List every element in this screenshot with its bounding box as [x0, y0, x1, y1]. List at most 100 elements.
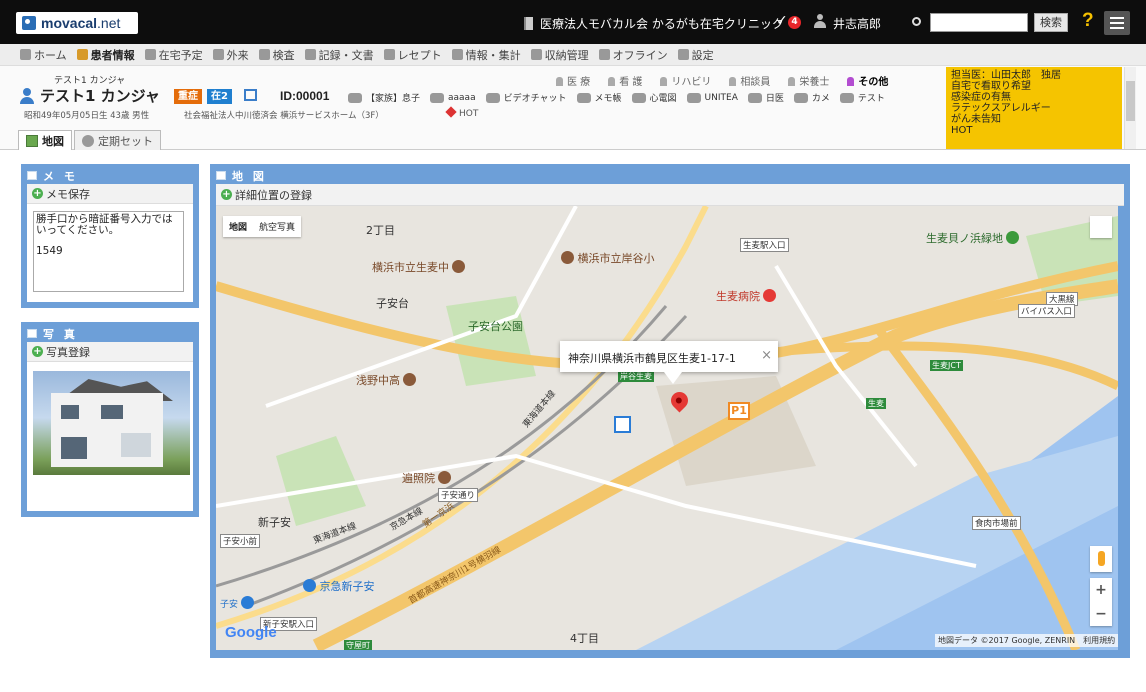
list-icon [27, 329, 37, 338]
building-icon [212, 49, 224, 60]
patient-tabs: 地図 定期セット [18, 130, 163, 150]
nav-info[interactable]: 情報・集計 [451, 47, 521, 63]
nav-home-visit[interactable]: 在宅予定 [144, 47, 203, 63]
photo-register-button[interactable]: + 写真登録 [32, 344, 90, 360]
nav-settings[interactable]: 設定 [677, 47, 714, 63]
photo-title: 写 真 [27, 325, 193, 342]
map-panel: 地 図 + 詳細位置の登録 地図 航空写真 2丁目 横浜市立生麦中 横浜市立岸谷… [210, 164, 1130, 658]
sign-moriyacho: 守屋町 [344, 640, 372, 650]
map-label-chome4: 4丁目 [570, 632, 599, 645]
sign-koyasu-school: 子安小前 [220, 534, 261, 548]
link-test[interactable]: テスト [839, 91, 885, 104]
zoom-in-button[interactable]: + [1090, 578, 1112, 602]
clock-icon [144, 49, 156, 60]
nav-receipt[interactable]: レセプト [383, 47, 442, 63]
car-icon [430, 92, 445, 103]
map-label-park: 子安台公園 [468, 320, 523, 333]
gear-icon [677, 49, 689, 60]
sign-kishiya: 岸谷生麦 [618, 371, 654, 382]
map-type-control: 地図 航空写真 [223, 216, 302, 237]
building-icon [524, 17, 533, 30]
user-name[interactable]: 井志高郎 [833, 15, 881, 32]
hamburger-menu-icon[interactable] [1104, 11, 1130, 35]
role-other[interactable]: その他 [847, 73, 888, 88]
role-counselor[interactable]: 相談員 [729, 73, 770, 88]
nav-offline[interactable]: オフライン [598, 47, 668, 63]
nav-exam[interactable]: 検査 [258, 47, 295, 63]
tab-map[interactable]: 地図 [18, 130, 72, 150]
memo-save-button[interactable]: + メモ保存 [32, 186, 90, 202]
link-kame[interactable]: カメ [793, 91, 830, 104]
park-icon [1006, 231, 1019, 244]
register-location-button[interactable]: + 詳細位置の登録 [221, 187, 312, 203]
nav-records[interactable]: 記録・文書 [304, 47, 374, 63]
chart-icon [258, 49, 270, 60]
role-medical[interactable]: 医 療 [556, 73, 590, 88]
role-nutritionist[interactable]: 栄養士 [788, 73, 829, 88]
patient-facility: 社会福祉法人中川徳済会 横浜サービスホーム（3F） [184, 111, 384, 121]
memo-textarea[interactable]: 勝手口から暗証番号入力では いってください。 1549 [33, 211, 184, 292]
house-photo[interactable] [33, 371, 190, 475]
hot-label: HOT [447, 108, 478, 119]
nav-patient-info[interactable]: 患者情報 [76, 47, 135, 63]
fullscreen-icon[interactable] [1090, 216, 1112, 238]
print-icon[interactable] [244, 89, 257, 101]
logo[interactable]: movacal.net [16, 12, 138, 34]
home-icon [20, 49, 31, 60]
link-aaaaa[interactable]: aaaaa [430, 91, 476, 104]
map-label-greenpark: 生麦貝ノ浜緑地 [926, 230, 1019, 246]
plus-icon: + [32, 346, 43, 357]
map-label-shinkoyasu: 新子安 [258, 516, 291, 529]
map-title: 地 図 [216, 167, 1124, 184]
patient-header: テスト1 カンジャ テスト1 カンジャ 重症 在2 ID:00001 【家族】息… [0, 66, 1146, 150]
logo-text: movacal [41, 15, 98, 31]
nav-billing[interactable]: 収納管理 [530, 47, 589, 63]
database-icon [451, 49, 463, 60]
link-memo[interactable]: メモ帳 [576, 91, 622, 104]
notification-badge[interactable]: 4 [788, 16, 801, 29]
car-icon [485, 92, 500, 103]
map-label-chome2: 2丁目 [366, 224, 395, 237]
map-view[interactable]: 地図 航空写真 2丁目 横浜市立生麦中 横浜市立岸谷小 子安台 子安台公園 生麦… [216, 206, 1118, 650]
map-type-satellite[interactable]: 航空写真 [253, 216, 301, 237]
notes-scrollbar[interactable] [1124, 67, 1136, 149]
link-family[interactable]: 【家族】息子 [348, 91, 420, 104]
search-input[interactable] [930, 13, 1028, 32]
tab-regular-set[interactable]: 定期セット [74, 130, 161, 150]
sign-namamugi: 生麦 [866, 398, 886, 409]
link-video-chat[interactable]: ビデオチャット [485, 91, 567, 104]
photo-panel: 写 真 + 写真登録 [21, 322, 199, 517]
street-view-pegman-icon[interactable] [1090, 546, 1112, 572]
main-nav: ホーム 患者情報 在宅予定 外来 検査 記録・文書 レセプト 情報・集計 収納管… [0, 44, 1146, 66]
info-close-icon[interactable]: × [761, 348, 772, 363]
sign-meat-market: 食肉市場前 [972, 516, 1021, 530]
map-copyright[interactable]: 地図データ ©2017 Google, ZENRIN 利用規約 [935, 634, 1118, 647]
map-icon [26, 134, 38, 147]
link-ecg[interactable]: 心電図 [631, 91, 677, 104]
search-button[interactable]: 検索 [1034, 13, 1068, 32]
help-icon[interactable]: ? [1082, 10, 1094, 32]
role-nursing[interactable]: 看 護 [608, 73, 642, 88]
nav-home[interactable]: ホーム [20, 47, 67, 63]
facility-name: 医療法人モバカル会 かるがも在宅クリニック [524, 15, 784, 32]
link-nichii[interactable]: 日医 [747, 91, 784, 104]
map-label-school3: 浅野中高 [356, 372, 416, 388]
sign-namamugi-entrance: 生麦駅入口 [740, 238, 789, 252]
patient-id: ID:00001 [280, 89, 330, 103]
search-icon [912, 17, 921, 26]
station-icon [303, 579, 316, 592]
map-label-koyasu: 子安 [220, 600, 239, 610]
transit-icon[interactable] [614, 416, 631, 433]
check-icon[interactable]: ✓ [776, 13, 788, 29]
user-icon [814, 14, 826, 28]
role-rehab[interactable]: リハビリ [660, 73, 711, 88]
map-type-roadmap[interactable]: 地図 [223, 216, 253, 237]
parking-marker[interactable]: P1 [728, 402, 750, 420]
severity-tag: 重症 [174, 89, 202, 104]
link-unitea[interactable]: UNITEA [686, 91, 738, 104]
nav-outpatient[interactable]: 外来 [212, 47, 249, 63]
sign-namamugi-jct: 生麦JCT [930, 360, 963, 371]
zoom-out-button[interactable]: − [1090, 602, 1112, 626]
car-icon [839, 92, 854, 103]
map-label-hospital: 生麦病院 [716, 288, 776, 304]
